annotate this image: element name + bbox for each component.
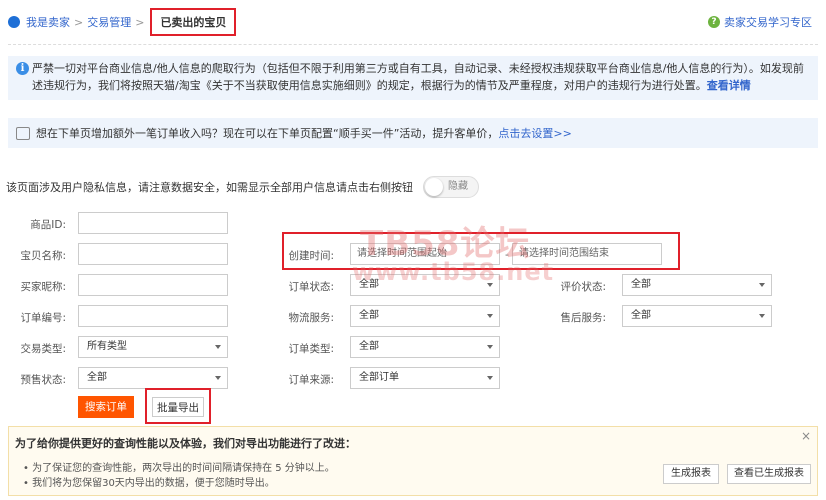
search-orders-button[interactable]: 搜索订单 — [78, 396, 134, 418]
trade-type-label: 交易类型: — [20, 343, 66, 355]
notice-text: 严禁一切对平台商业信息/他人信息的爬取行为（包括但不限于利用第三方或自有工具，自… — [32, 62, 804, 92]
order-type-select[interactable]: 全部 — [350, 336, 500, 358]
buyer-label: 买家昵称: — [20, 281, 66, 293]
compliance-notice: i 严禁一切对平台商业信息/他人信息的爬取行为（包括但不限于利用第三方或自有工具… — [8, 56, 818, 100]
presale-label: 预售状态: — [20, 374, 66, 386]
thumbs-up-icon — [16, 126, 30, 140]
privacy-toggle[interactable]: 隐藏 — [423, 176, 479, 198]
presale-select[interactable]: 全部 — [78, 367, 228, 389]
order-type-label: 订单类型: — [288, 343, 334, 355]
item-id-label: 商品ID: — [30, 219, 66, 231]
help-link[interactable]: ? 卖家交易学习专区 — [708, 14, 812, 30]
privacy-text: 该页面涉及用户隐私信息，请注意数据安全，如需显示全部用户信息请点击右侧按钮 — [6, 181, 413, 194]
breadcrumb: 我是卖家 > 交易管理 > 已卖出的宝贝 — [8, 8, 237, 36]
buyer-input[interactable] — [78, 274, 228, 296]
generate-report-button[interactable]: 生成报表 — [663, 464, 719, 484]
item-name-label: 宝贝名称: — [20, 250, 66, 262]
logistics-label: 物流服务: — [288, 312, 334, 324]
item-id-input[interactable] — [78, 212, 228, 234]
chevron-down-icon — [487, 345, 493, 349]
panel-title: 为了给你提供更好的查询性能以及体验，我们对导出功能进行了改进： — [15, 437, 356, 450]
breadcrumb-current: 已卖出的宝贝 — [150, 8, 237, 36]
logistics-value: 全部 — [359, 310, 379, 321]
divider — [8, 44, 818, 45]
chevron-down-icon — [487, 314, 493, 318]
chevron-down-icon — [759, 314, 765, 318]
toggle-knob — [425, 178, 443, 196]
chevron-down-icon — [215, 376, 221, 380]
watermark-url: www.tb58.net — [352, 258, 555, 286]
chevron-down-icon — [215, 345, 221, 349]
close-icon[interactable]: × — [801, 429, 811, 443]
trade-type-select[interactable]: 所有类型 — [78, 336, 228, 358]
order-source-label: 订单来源: — [288, 374, 334, 386]
aftersale-value: 全部 — [631, 310, 651, 321]
promo-banner: 想在下单页增加额外一笔订单收入吗？现在可以在下单页配置“顺手买一件”活动，提升客… — [8, 118, 818, 148]
order-source-value: 全部订单 — [359, 372, 399, 383]
promo-setup-link[interactable]: 点击去设置>> — [498, 125, 571, 141]
rating-select[interactable]: 全部 — [622, 274, 772, 296]
rating-value: 全部 — [631, 279, 651, 290]
home-icon — [8, 16, 20, 28]
help-label: 卖家交易学习专区 — [724, 16, 812, 29]
privacy-row: 该页面涉及用户隐私信息，请注意数据安全，如需显示全部用户信息请点击右侧按钮 隐藏 — [6, 176, 479, 198]
aftersale-label: 售后服务: — [560, 312, 606, 324]
order-type-value: 全部 — [359, 341, 379, 352]
panel-bullet: • 我们将为您保留30天内导出的数据，便于您随时导出。 — [23, 478, 275, 489]
item-name-input[interactable] — [78, 243, 228, 265]
breadcrumb-trade-management[interactable]: 交易管理 — [87, 14, 131, 30]
breadcrumb-separator: > — [135, 15, 145, 29]
info-icon: i — [16, 62, 29, 75]
chevron-down-icon — [487, 376, 493, 380]
breadcrumb-home[interactable]: 我是卖家 — [26, 14, 70, 30]
notice-details-link[interactable]: 查看详情 — [707, 79, 751, 92]
trade-type-value: 所有类型 — [87, 341, 127, 352]
order-no-input[interactable] — [78, 305, 228, 327]
question-icon: ? — [708, 16, 720, 28]
logistics-select[interactable]: 全部 — [350, 305, 500, 327]
presale-value: 全部 — [87, 372, 107, 383]
breadcrumb-separator: > — [74, 15, 84, 29]
panel-bullet: • 为了保证您的查询性能，两次导出的时间间隔请保持在 5 分钟以上。 — [23, 463, 335, 474]
aftersale-select[interactable]: 全部 — [622, 305, 772, 327]
promo-text: 想在下单页增加额外一笔订单收入吗？现在可以在下单页配置“顺手买一件”活动，提升客… — [36, 127, 499, 140]
order-status-label: 订单状态: — [288, 281, 334, 293]
order-no-label: 订单编号: — [20, 312, 66, 324]
order-source-select[interactable]: 全部订单 — [350, 367, 500, 389]
toggle-label: 隐藏 — [448, 181, 468, 192]
export-info-panel: 为了给你提供更好的查询性能以及体验，我们对导出功能进行了改进： × • 为了保证… — [8, 426, 818, 496]
batch-export-button[interactable]: 批量导出 — [152, 397, 204, 417]
created-time-label: 创建时间: — [288, 250, 334, 262]
view-reports-button[interactable]: 查看已生成报表 — [727, 464, 811, 484]
chevron-down-icon — [759, 283, 765, 287]
